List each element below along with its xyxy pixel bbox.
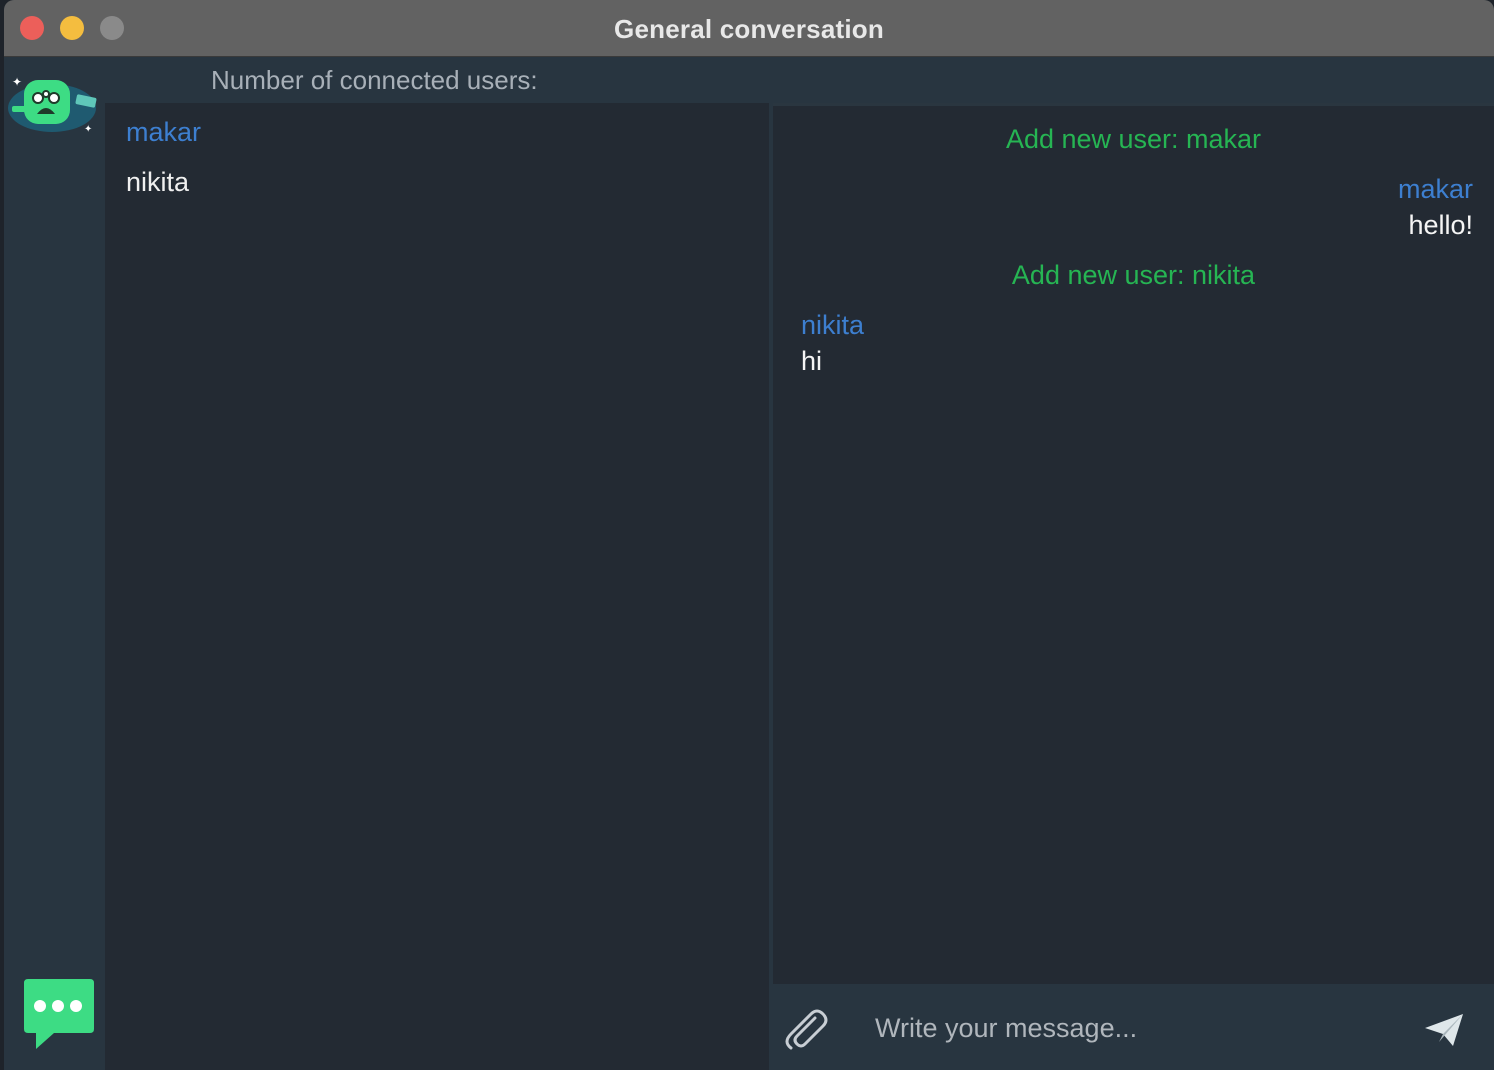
svg-text:✦: ✦ (12, 75, 22, 89)
message-author: makar (1397, 174, 1473, 204)
paperclip-icon[interactable] (781, 1004, 829, 1052)
message-input[interactable] (873, 1004, 1397, 1052)
app-window: General conversation ✦ ✦ Number of conne… (4, 0, 1494, 1070)
message-composer (773, 984, 1494, 1070)
connected-users-label: Number of connected users: (211, 65, 538, 95)
message-text: hello! (1408, 210, 1473, 240)
system-message: Add new user: nikita (1011, 260, 1256, 290)
title-bar: General conversation (4, 0, 1494, 57)
user-list-item-nikita[interactable]: nikita (126, 167, 189, 198)
window-title: General conversation (614, 14, 884, 44)
message-text: hi (801, 346, 823, 376)
chat-bubble-icon[interactable] (20, 977, 96, 1053)
sidebar: ✦ ✦ (4, 57, 105, 1070)
user-list-item-makar[interactable]: makar (126, 117, 201, 148)
users-list: makar nikita (105, 103, 769, 1070)
connected-users-header: Number of connected users: (105, 57, 1494, 103)
send-plane-icon[interactable] (1423, 1012, 1465, 1048)
system-message: Add new user: makar (1005, 124, 1262, 154)
chat-messages-panel: Add new user: makar makar hello! Add new… (773, 106, 1494, 984)
app-logo-icon: ✦ ✦ (8, 75, 97, 134)
message-author: nikita (801, 310, 865, 340)
svg-text:✦: ✦ (84, 124, 92, 134)
